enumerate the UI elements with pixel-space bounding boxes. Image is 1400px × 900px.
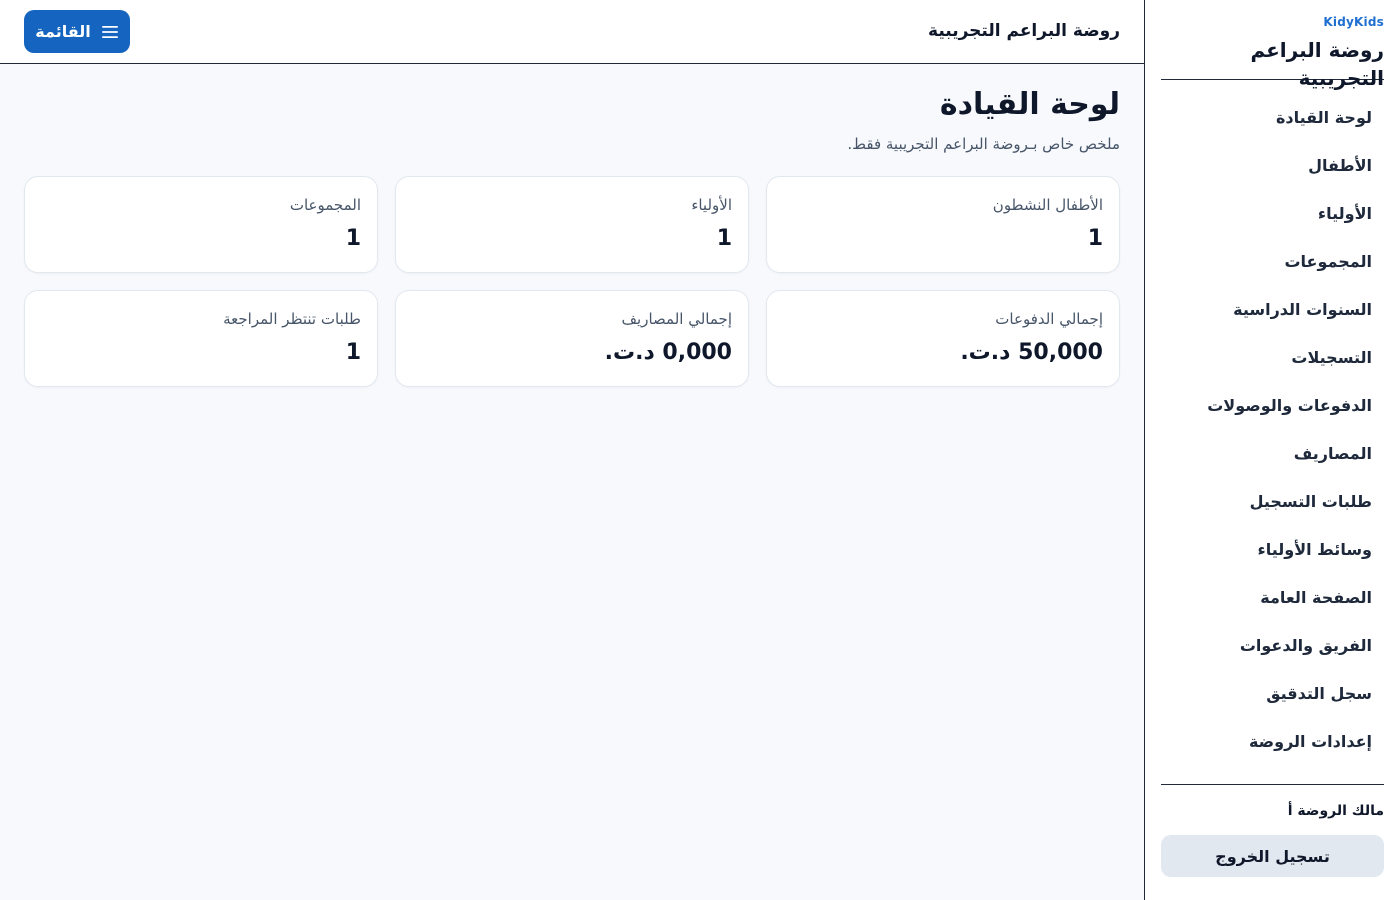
sidebar-footer: مالك الروضة أ تسجيل الخروج	[1161, 784, 1384, 877]
sidebar-item-parent-media[interactable]: وسائط الأولياء	[1161, 526, 1384, 574]
hamburger-icon	[101, 24, 119, 40]
stat-value: 1	[1087, 226, 1103, 251]
sidebar-item-groups[interactable]: المجموعات	[1161, 238, 1384, 286]
stat-label: طلبات تنتظر المراجعة	[223, 310, 361, 328]
stat-value: 1	[716, 226, 732, 251]
current-user-role: مالك الروضة أ	[1287, 803, 1384, 819]
sidebar: KidyKids روضة البراعم التجريبية لوحة الق…	[1144, 0, 1400, 900]
sidebar-item-audit-log[interactable]: سجل التدقيق	[1161, 670, 1384, 718]
sidebar-brand: KidyKids روضة البراعم التجريبية	[1161, 14, 1384, 90]
stat-value: 1	[345, 340, 361, 365]
stat-label: إجمالي الدفوعات	[995, 310, 1103, 328]
stat-label: الأطفال النشطون	[992, 196, 1103, 214]
stat-value: 50,000 د.ت.	[960, 340, 1103, 365]
sidebar-item-parents[interactable]: الأولياء	[1161, 190, 1384, 238]
stat-label: الأولياء	[691, 196, 732, 214]
sidebar-item-kindergarten-settings[interactable]: إعدادات الروضة	[1161, 718, 1384, 766]
brand-logo-text: KidyKids	[1323, 15, 1384, 29]
stat-card-pending-requests: طلبات تنتظر المراجعة 1	[24, 290, 378, 387]
page-subtitle: ملخص خاص بـروضة البراعم التجريبية فقط.	[847, 135, 1120, 153]
menu-button-label: القائمة	[35, 22, 91, 41]
logout-button[interactable]: تسجيل الخروج	[1161, 835, 1384, 877]
main-content: لوحة القيادة ملخص خاص بـروضة البراعم الت…	[0, 65, 1144, 900]
sidebar-item-payments-receipts[interactable]: الدفوعات والوصولات	[1161, 382, 1384, 430]
sidebar-item-expenses[interactable]: المصاريف	[1161, 430, 1384, 478]
sidebar-item-registration-requests[interactable]: طلبات التسجيل	[1161, 478, 1384, 526]
sidebar-item-children[interactable]: الأطفال	[1161, 142, 1384, 190]
stat-card-total-payments: إجمالي الدفوعات 50,000 د.ت.	[766, 290, 1120, 387]
stat-value: 0,000 د.ت.	[604, 340, 732, 365]
sidebar-item-team-invites[interactable]: الفريق والدعوات	[1161, 622, 1384, 670]
stat-label: إجمالي المصاريف	[621, 310, 732, 328]
stat-card-parents: الأولياء 1	[395, 176, 749, 273]
stat-label: المجموعات	[289, 196, 361, 214]
top-bar: روضة البراعم التجريبية القائمة	[0, 0, 1144, 64]
sidebar-nav: لوحة القيادة الأطفال الأولياء المجموعات …	[1161, 94, 1384, 782]
topbar-title: روضة البراعم التجريبية	[928, 21, 1120, 41]
kindergarten-name: روضة البراعم التجريبية	[1250, 38, 1384, 90]
sidebar-item-enrollments[interactable]: التسجيلات	[1161, 334, 1384, 382]
app-root: KidyKids روضة البراعم التجريبية لوحة الق…	[0, 0, 1400, 900]
menu-button[interactable]: القائمة	[24, 10, 130, 53]
stat-card-total-expenses: إجمالي المصاريف 0,000 د.ت.	[395, 290, 749, 387]
sidebar-item-school-years[interactable]: السنوات الدراسية	[1161, 286, 1384, 334]
stat-card-groups: المجموعات 1	[24, 176, 378, 273]
sidebar-item-dashboard[interactable]: لوحة القيادة	[1161, 94, 1384, 142]
stat-card-active-children: الأطفال النشطون 1	[766, 176, 1120, 273]
sidebar-item-public-page[interactable]: الصفحة العامة	[1161, 574, 1384, 622]
stats-grid: الأطفال النشطون 1 الأولياء 1 المجموعات 1…	[24, 176, 1120, 387]
page-title: لوحة القيادة	[939, 87, 1120, 122]
stat-value: 1	[345, 226, 361, 251]
